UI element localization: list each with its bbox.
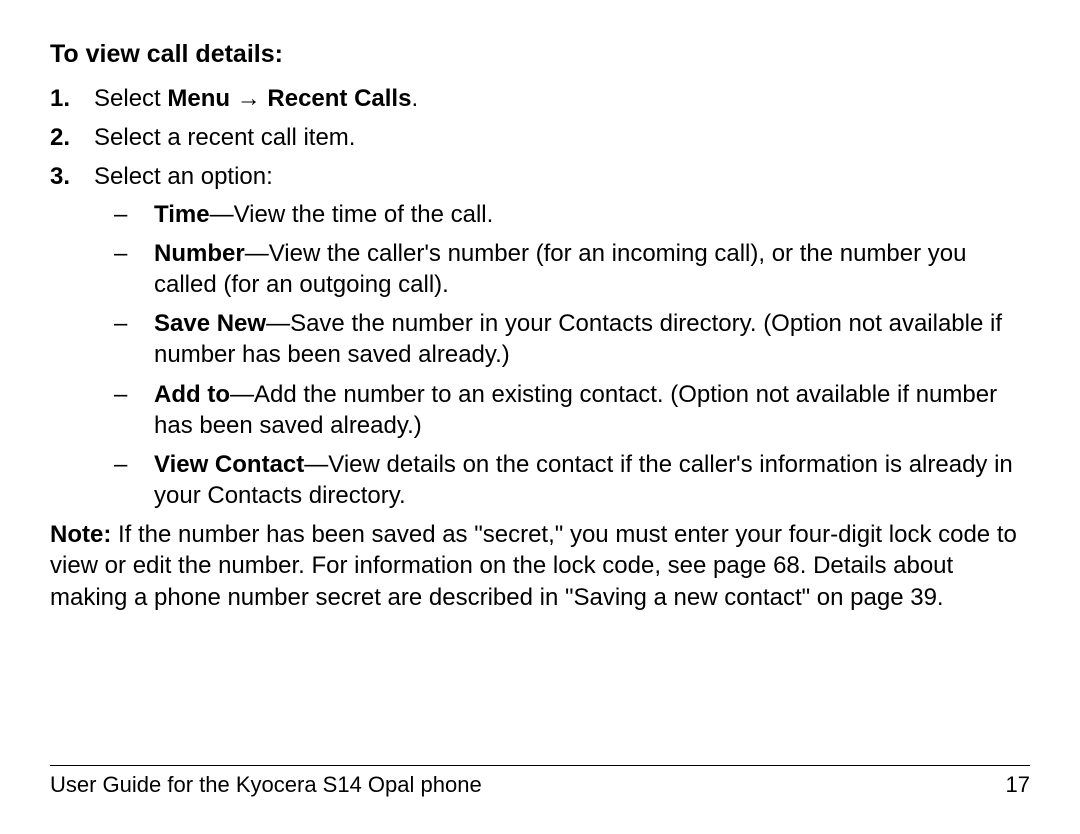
- option-item: – Add to—Add the number to an existing c…: [94, 379, 1030, 441]
- footer-rule: [50, 765, 1030, 766]
- step-text: Select a recent call item.: [94, 124, 355, 151]
- step-number: 2.: [50, 122, 70, 153]
- step-number: 3.: [50, 161, 70, 192]
- menu-path-part: Menu: [167, 85, 230, 112]
- dash-icon: –: [114, 449, 127, 480]
- footer-title: User Guide for the Kyocera S14 Opal phon…: [50, 772, 482, 798]
- note-body: If the number has been saved as "secret,…: [50, 521, 1017, 610]
- menu-path-part: Recent Calls: [267, 85, 411, 112]
- arrow-icon: →: [230, 85, 267, 112]
- step-item: 1. Select Menu → Recent Calls.: [50, 83, 1030, 114]
- section-heading: To view call details:: [50, 40, 1030, 69]
- steps-list: 1. Select Menu → Recent Calls. 2. Select…: [50, 83, 1030, 511]
- page-number: 17: [1006, 772, 1030, 798]
- footer-row: User Guide for the Kyocera S14 Opal phon…: [50, 772, 1030, 798]
- option-desc: —View the caller's number (for an incomi…: [154, 240, 966, 298]
- dash-icon: –: [114, 199, 127, 230]
- option-item: – View Contact—View details on the conta…: [94, 449, 1030, 511]
- dash-icon: –: [114, 379, 127, 410]
- dash-icon: –: [114, 308, 127, 339]
- note-paragraph: Note: If the number has been saved as "s…: [50, 519, 1030, 613]
- step-text: Select Menu → Recent Calls.: [94, 85, 418, 112]
- option-item: – Number—View the caller's number (for a…: [94, 238, 1030, 300]
- option-item: – Time—View the time of the call.: [94, 199, 1030, 230]
- option-item: – Save New—Save the number in your Conta…: [94, 308, 1030, 370]
- step-text: Select an option:: [94, 163, 273, 190]
- page-footer: User Guide for the Kyocera S14 Opal phon…: [50, 765, 1030, 798]
- options-list: – Time—View the time of the call. – Numb…: [94, 199, 1030, 512]
- option-label: Number: [154, 240, 245, 267]
- step-item: 3. Select an option: – Time—View the tim…: [50, 161, 1030, 511]
- note-label: Note:: [50, 521, 111, 548]
- step-item: 2. Select a recent call item.: [50, 122, 1030, 153]
- option-label: View Contact: [154, 451, 304, 478]
- option-desc: —Save the number in your Contacts direct…: [154, 310, 1002, 368]
- option-label: Time: [154, 201, 210, 228]
- option-desc: —Add the number to an existing contact. …: [154, 381, 997, 439]
- step-number: 1.: [50, 83, 70, 114]
- document-page: To view call details: 1. Select Menu → R…: [0, 0, 1080, 834]
- dash-icon: –: [114, 238, 127, 269]
- option-label: Save New: [154, 310, 266, 337]
- option-label: Add to: [154, 381, 230, 408]
- option-desc: —View the time of the call.: [210, 201, 494, 228]
